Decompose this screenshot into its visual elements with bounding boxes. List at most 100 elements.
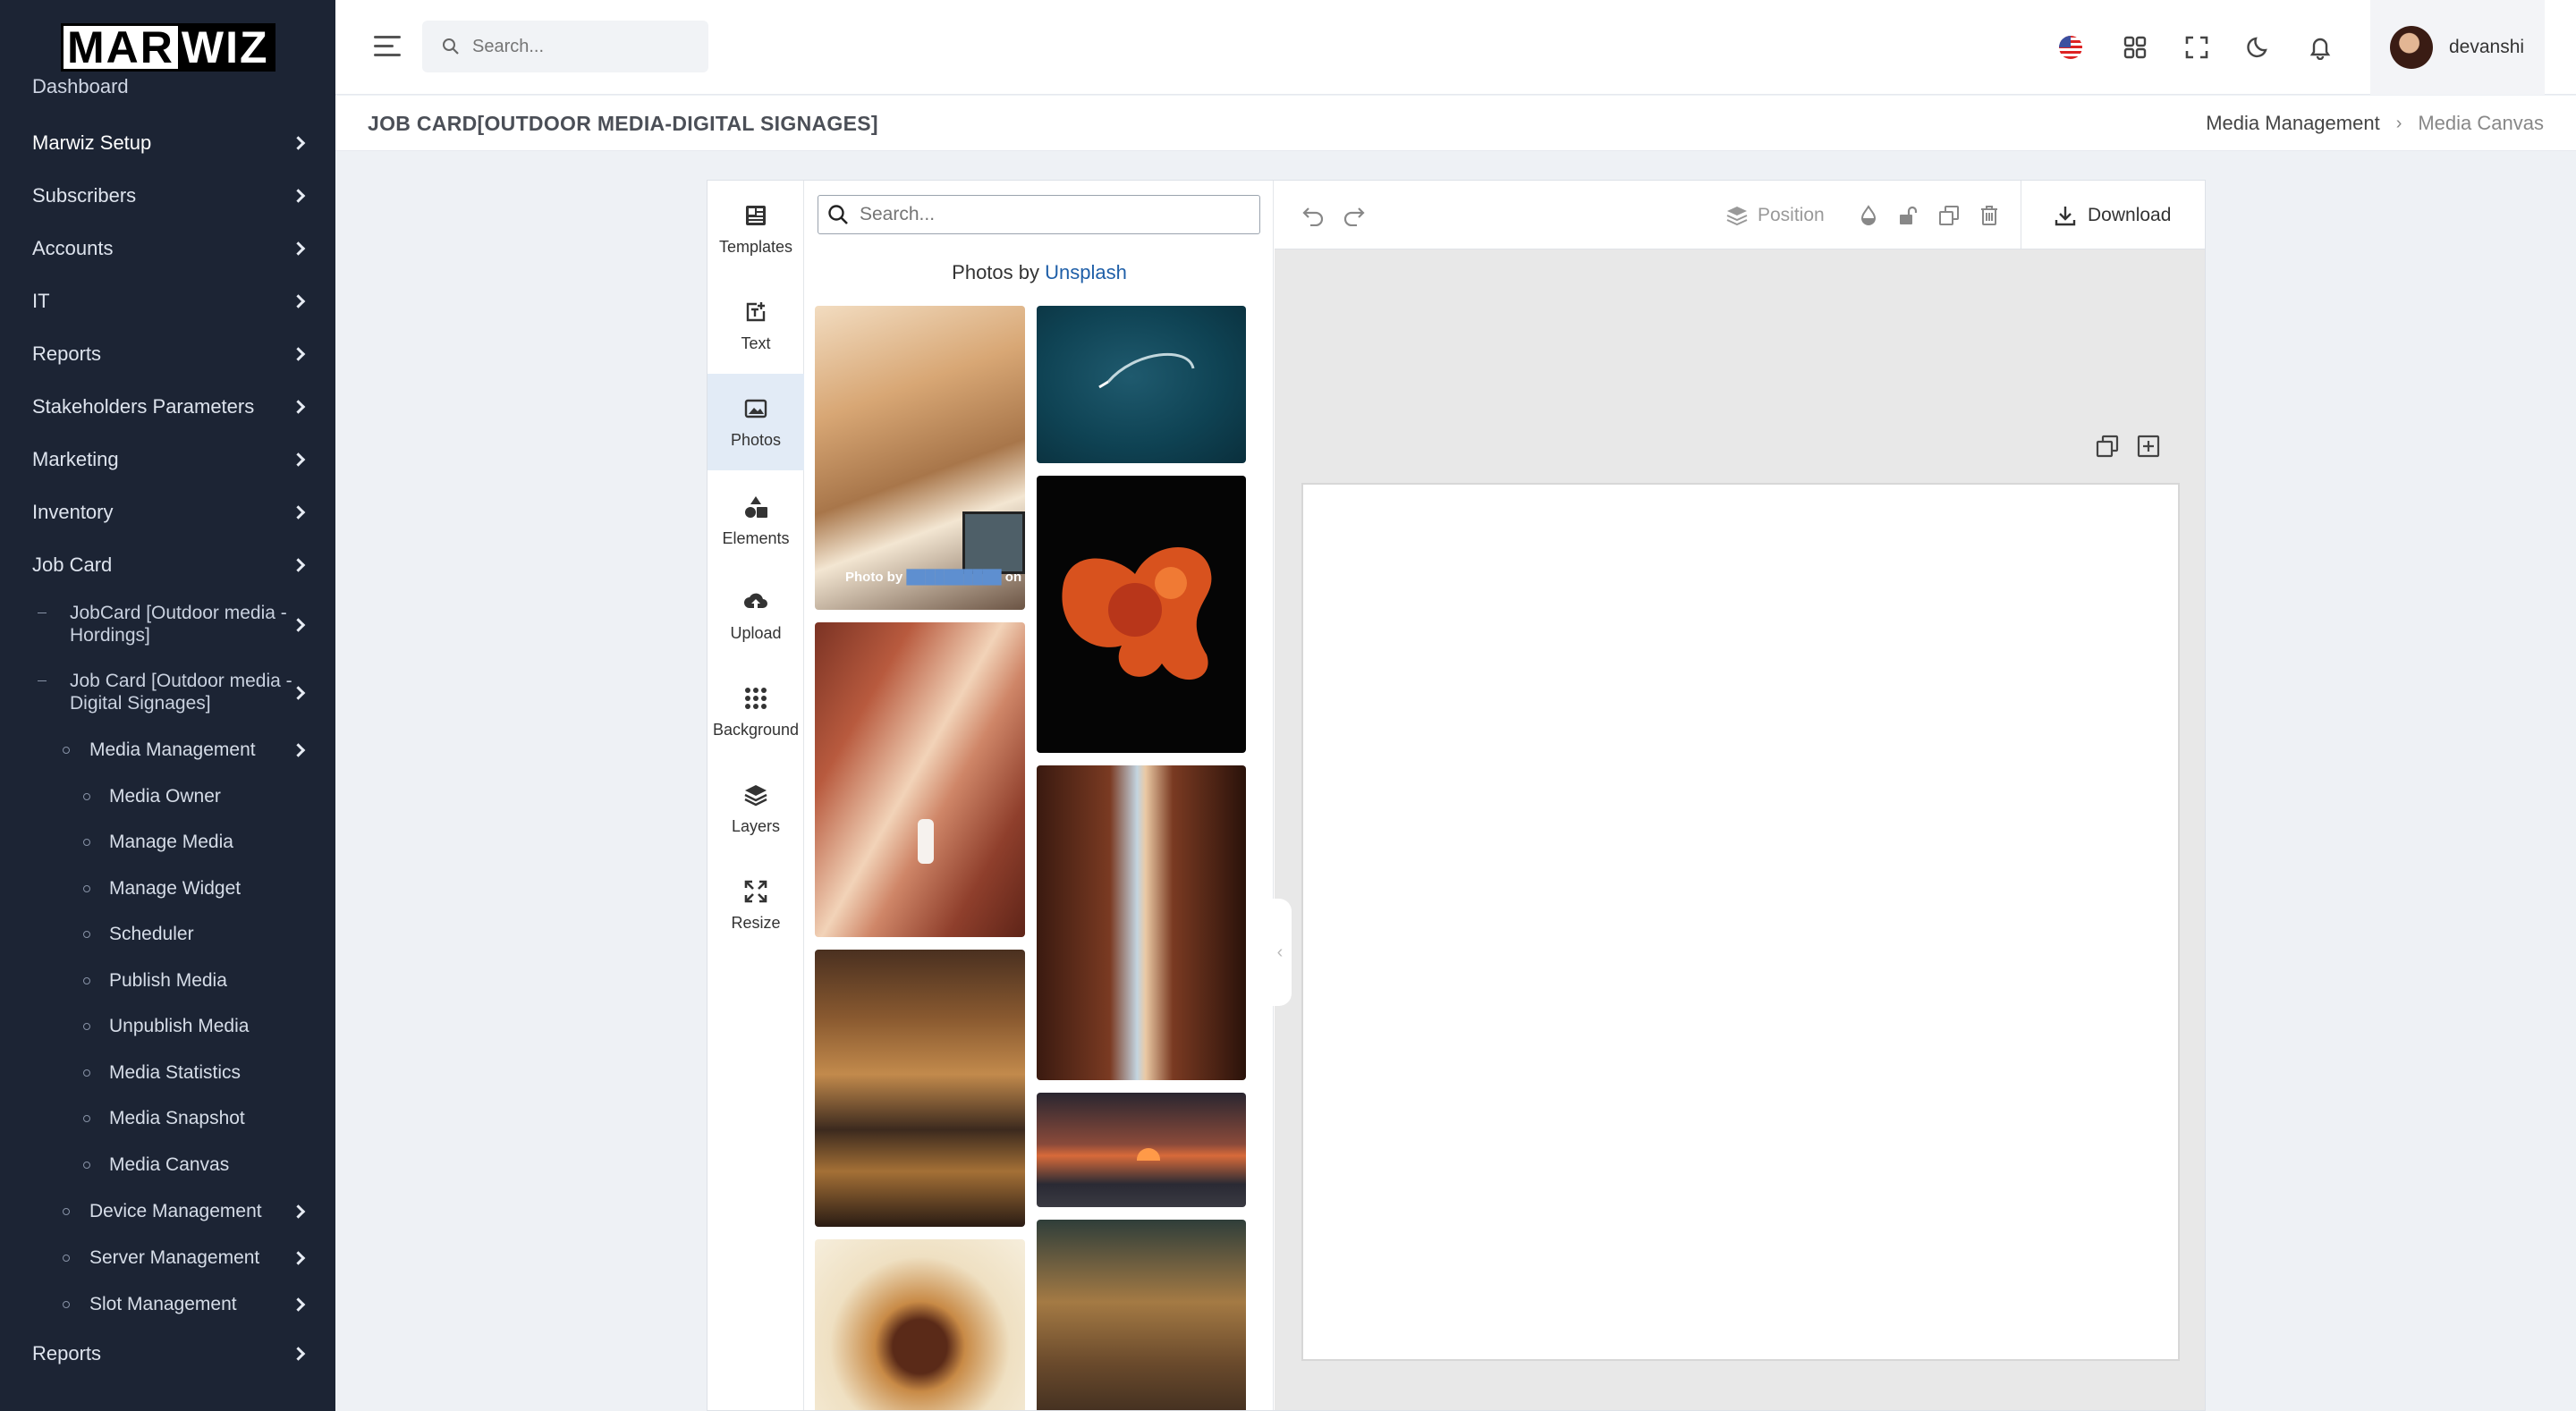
sidebar-item-subscribers[interactable]: Subscribers	[0, 169, 335, 222]
tool-label: Layers	[731, 816, 781, 835]
undo-icon[interactable]	[1301, 202, 1325, 229]
sidebar-subitem-media-snapshot[interactable]: Media Snapshot	[0, 1096, 335, 1143]
circle-icon	[63, 747, 70, 754]
us-flag-icon[interactable]	[2053, 30, 2089, 65]
chevron-right-icon	[291, 504, 306, 520]
sidebar-item-dashboard[interactable]: Dashboard	[32, 79, 129, 100]
photo-canyon[interactable]	[815, 622, 1025, 937]
photo-concert-hall[interactable]	[1037, 1220, 1246, 1410]
photo-ocean-boat[interactable]	[1037, 306, 1246, 463]
chevron-right-icon	[291, 241, 306, 256]
unlock-icon[interactable]	[1897, 202, 1919, 229]
sidebar-subitem-media-canvas[interactable]: Media Canvas	[0, 1142, 335, 1188]
chevron-right-icon	[291, 1250, 306, 1265]
unsplash-link[interactable]: Unsplash	[1045, 261, 1127, 283]
photo-stones[interactable]	[815, 1239, 1025, 1410]
sidebar-subitem-manage-media[interactable]: Manage Media	[0, 820, 335, 866]
circle-icon	[83, 839, 90, 847]
tool-upload[interactable]: Upload	[708, 567, 804, 663]
photo-office-desk[interactable]: Photo by ██████████ on	[815, 306, 1025, 610]
menu-toggle-icon[interactable]	[374, 36, 401, 63]
sidebar-subitem-scheduler[interactable]: Scheduler	[0, 912, 335, 959]
photo-search[interactable]	[818, 195, 1260, 234]
sidebar-subitem-jobcard-digital[interactable]: Job Card [Outdoor media - Digital Signag…	[0, 659, 335, 727]
sidebar-item-reports[interactable]: Reports	[0, 327, 335, 380]
sidebar-subitem-media-management[interactable]: Media Management	[0, 727, 335, 773]
opacity-icon[interactable]	[1858, 202, 1879, 229]
sidebar-subitem-label: Job Card [Outdoor media - Digital Signag…	[70, 671, 292, 714]
chevron-right-icon	[291, 188, 306, 203]
tool-elements[interactable]: Elements	[708, 472, 804, 569]
sidebar-subitem-jobcard-hordings[interactable]: JobCard [Outdoor media - Hordings]	[0, 591, 335, 659]
sidebar-item-accounts[interactable]: Accounts	[0, 222, 335, 275]
position-button[interactable]: Position	[1725, 202, 1825, 229]
breadcrumb-link-media-management[interactable]: Media Management	[2206, 112, 2379, 135]
sidebar-item-label: Accounts	[32, 236, 114, 259]
photo-gorge[interactable]	[1037, 765, 1246, 1080]
sidebar-item-marwiz-setup[interactable]: Marwiz Setup	[0, 116, 335, 169]
chevron-right-icon: ›	[2395, 113, 2402, 133]
circle-icon	[83, 931, 90, 939]
logo-text-1: MAR	[64, 25, 178, 70]
circle-icon	[63, 1254, 70, 1262]
header-search[interactable]	[422, 21, 708, 72]
sidebar-item-reports-bottom[interactable]: Reports	[0, 1328, 335, 1381]
templates-icon	[742, 202, 769, 229]
duplicate-icon[interactable]	[1938, 202, 1960, 229]
sidebar-subitem-media-owner[interactable]: Media Owner	[0, 773, 335, 820]
tool-layers[interactable]: Layers	[708, 760, 804, 857]
notification-bell-icon[interactable]	[2302, 30, 2338, 65]
redo-icon[interactable]	[1343, 202, 1366, 229]
sidebar-item-it[interactable]: IT	[0, 275, 335, 327]
circle-icon	[63, 1207, 70, 1215]
sidebar-subitem-slot-management[interactable]: Slot Management	[0, 1281, 335, 1328]
background-icon	[742, 685, 769, 712]
sidebar-subitem-label: Publish Media	[109, 969, 227, 991]
photo-sunset[interactable]	[1037, 1093, 1246, 1207]
sidebar-subitem-unpublish-media[interactable]: Unpublish Media	[0, 1004, 335, 1051]
apps-grid-icon[interactable]	[2117, 30, 2153, 65]
trash-icon[interactable]	[1979, 202, 1999, 229]
sidebar-subitem-label: Media Canvas	[109, 1153, 230, 1175]
sidebar-subitem-device-management[interactable]: Device Management	[0, 1188, 335, 1235]
sidebar-subitem-label: Media Snapshot	[109, 1108, 245, 1129]
chevron-right-icon	[291, 399, 306, 414]
download-button[interactable]: Download	[2021, 181, 2205, 249]
duplicate-page-icon[interactable]	[2096, 435, 2119, 462]
sidebar-item-marketing[interactable]: Marketing	[0, 433, 335, 486]
breadcrumb-current: Media Canvas	[2418, 112, 2544, 134]
credit-prefix: Photos by	[952, 261, 1039, 283]
brand-logo[interactable]: MAR WIZ	[61, 23, 275, 72]
sidebar-subitem-media-statistics[interactable]: Media Statistics	[0, 1050, 335, 1096]
sidebar-subitem-label: Media Statistics	[109, 1061, 242, 1083]
tool-photos[interactable]: Photos	[708, 374, 804, 470]
photo-cathedral[interactable]	[815, 950, 1025, 1227]
photo-search-input[interactable]	[860, 204, 1235, 225]
sidebar-item-job-card[interactable]: Job Card	[0, 538, 335, 591]
sidebar-item-stakeholders[interactable]: Stakeholders Parameters	[0, 380, 335, 433]
tool-resize[interactable]: Resize	[708, 857, 804, 953]
tool-background[interactable]: Background	[708, 663, 804, 760]
sidebar-subitem-manage-widget[interactable]: Manage Widget	[0, 866, 335, 912]
tool-templates[interactable]: Templates	[708, 181, 804, 277]
fullscreen-icon[interactable]	[2179, 30, 2215, 65]
sidebar-subitem-publish-media[interactable]: Publish Media	[0, 958, 335, 1004]
sidebar-subitem-label: Manage Widget	[109, 877, 242, 899]
design-canvas[interactable]	[1301, 483, 2180, 1361]
username: devanshi	[2449, 37, 2525, 57]
search-input[interactable]	[472, 36, 687, 57]
sidebar-subitem-server-management[interactable]: Server Management	[0, 1235, 335, 1281]
elements-icon	[742, 494, 769, 520]
sidebar-subitem-label: Device Management	[89, 1200, 262, 1221]
collapse-panel-chevron-icon[interactable]: ‹	[1268, 899, 1292, 1006]
add-page-icon[interactable]	[2137, 435, 2160, 462]
tool-text[interactable]: Text	[708, 277, 804, 374]
dark-mode-moon-icon[interactable]	[2241, 30, 2276, 65]
photo-orange-coral[interactable]	[1037, 476, 1246, 753]
sidebar-item-inventory[interactable]: Inventory	[0, 486, 335, 538]
sidebar-item-label: Reports	[32, 1342, 102, 1365]
sidebar-item-label: Marwiz Setup	[32, 131, 152, 154]
user-profile-button[interactable]: devanshi	[2370, 0, 2545, 95]
search-icon	[443, 38, 459, 55]
breadcrumb: Media Management › Media Canvas	[2206, 112, 2544, 135]
